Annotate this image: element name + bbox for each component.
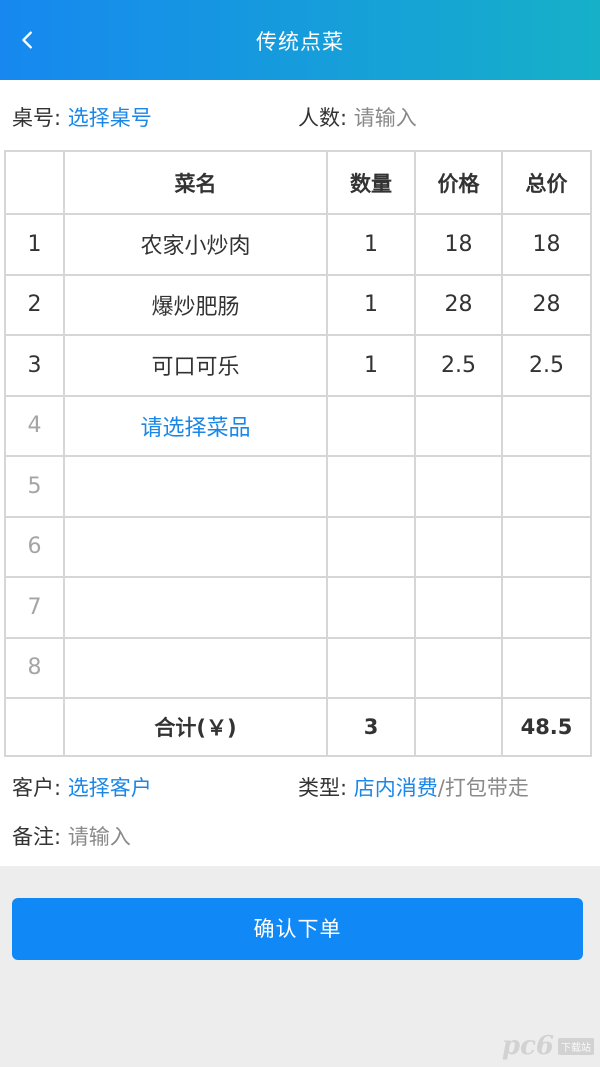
table-header-row: 菜名 数量 价格 总价 — [4, 150, 592, 215]
dish-quantity: 1 — [326, 334, 416, 397]
table-row: 2 爆炒肥肠 1 28 28 — [4, 273, 592, 336]
summary-total: 48.5 — [501, 697, 592, 757]
dish-name — [63, 515, 328, 578]
note-input[interactable]: 请输入 — [68, 825, 131, 849]
dish-price — [414, 576, 503, 639]
dish-name: 农家小炒肉 — [63, 213, 328, 276]
takeaway-option[interactable]: 打包带走 — [445, 776, 529, 800]
type-separator: / — [437, 776, 445, 800]
table-row: 3 可口可乐 1 2.5 2.5 — [4, 334, 592, 397]
row-index: 1 — [4, 213, 65, 276]
select-table-button[interactable]: 选择桌号 — [68, 106, 152, 130]
table-number-row: 桌号: 选择桌号 — [12, 102, 152, 132]
dish-name — [63, 576, 328, 639]
dish-price — [414, 515, 503, 578]
order-type-row: 类型: 店内消费/打包带走 — [298, 772, 529, 802]
header-dish-name: 菜名 — [63, 150, 328, 215]
header-quantity: 数量 — [326, 150, 416, 215]
dish-price: 28 — [414, 273, 503, 336]
row-index: 2 — [4, 273, 65, 336]
dish-price: 2.5 — [414, 334, 503, 397]
dish-price — [414, 394, 503, 457]
table-row: 6 — [4, 515, 592, 578]
dish-quantity: 1 — [326, 213, 416, 276]
confirm-order-button[interactable]: 确认下单 — [12, 898, 583, 960]
row-index: 8 — [4, 636, 65, 699]
table-row: 8 — [4, 636, 592, 699]
people-count-input[interactable]: 请输入 — [354, 106, 417, 130]
dish-total — [501, 576, 592, 639]
order-table: 菜名 数量 价格 总价 1 农家小炒肉 1 18 18 2 爆炒肥肠 1 28 28 3 可口可乐 1 2.5 2.… — [4, 150, 592, 757]
row-index: 5 — [4, 455, 65, 518]
dine-in-option[interactable]: 店内消费 — [354, 776, 438, 800]
dish-price — [414, 455, 503, 518]
summary-price — [414, 697, 503, 757]
app-header: 传统点菜 — [0, 0, 600, 80]
dish-total — [501, 636, 592, 699]
row-index: 4 — [4, 394, 65, 457]
people-count-row: 人数: 请输入 — [298, 102, 417, 132]
dish-quantity — [326, 455, 416, 518]
dish-total: 2.5 — [501, 334, 592, 397]
table-row: 7 — [4, 576, 592, 639]
dish-price: 18 — [414, 213, 503, 276]
table-number-label: 桌号: — [12, 106, 62, 130]
dish-total: 28 — [501, 273, 592, 336]
dish-total — [501, 515, 592, 578]
row-index: 7 — [4, 576, 65, 639]
select-customer-button[interactable]: 选择客户 — [68, 776, 152, 800]
note-row: 备注: 请输入 — [12, 821, 131, 851]
order-form: 桌号: 选择桌号 人数: 请输入 菜名 数量 价格 总价 1 农家小炒肉 1 18 18 2 爆炒肥… — [0, 80, 600, 866]
people-count-label: 人数: — [298, 106, 348, 130]
order-type-label: 类型: — [298, 776, 348, 800]
note-label: 备注: — [12, 825, 62, 849]
dish-quantity — [326, 636, 416, 699]
dish-quantity: 1 — [326, 273, 416, 336]
summary-quantity: 3 — [326, 697, 416, 757]
row-index: 3 — [4, 334, 65, 397]
dish-price — [414, 636, 503, 699]
watermark-logo: pc6 — [501, 1031, 554, 1061]
dish-name: 可口可乐 — [63, 334, 328, 397]
summary-row: 合计(￥) 3 48.5 — [4, 697, 592, 757]
page-title: 传统点菜 — [256, 30, 344, 54]
dish-name — [63, 636, 328, 699]
table-row: 1 农家小炒肉 1 18 18 — [4, 213, 592, 276]
dish-name: 爆炒肥肠 — [63, 273, 328, 336]
watermark: pc6 下载站 — [502, 1031, 594, 1061]
table-row: 4 请选择菜品 — [4, 394, 592, 457]
summary-index — [4, 697, 65, 757]
watermark-badge: 下载站 — [558, 1037, 594, 1055]
dish-quantity — [326, 515, 416, 578]
dish-name — [63, 455, 328, 518]
dish-quantity — [326, 394, 416, 457]
table-row: 5 — [4, 455, 592, 518]
select-dish-button[interactable]: 请选择菜品 — [63, 394, 328, 457]
dish-total — [501, 455, 592, 518]
customer-label: 客户: — [12, 776, 62, 800]
dish-quantity — [326, 576, 416, 639]
dish-total — [501, 394, 592, 457]
header-total: 总价 — [501, 150, 592, 215]
row-index: 6 — [4, 515, 65, 578]
dish-total: 18 — [501, 213, 592, 276]
customer-row: 客户: 选择客户 — [12, 772, 152, 802]
header-index — [4, 150, 65, 215]
header-price: 价格 — [414, 150, 503, 215]
summary-label: 合计(￥) — [63, 697, 328, 757]
